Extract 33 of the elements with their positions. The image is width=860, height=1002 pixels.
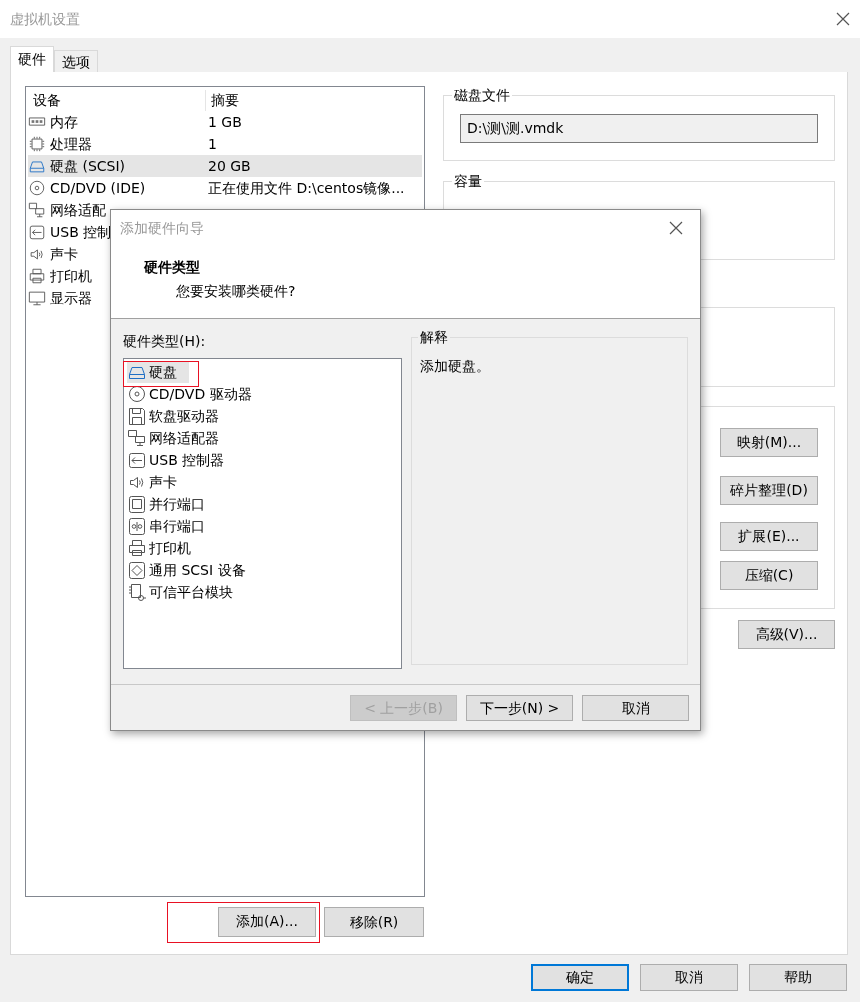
device-summary: 20 GB bbox=[208, 156, 251, 176]
device-name: 打印机 bbox=[50, 266, 92, 286]
device-summary: 1 bbox=[208, 134, 217, 154]
hardware-label: 网络适配器 bbox=[149, 428, 219, 448]
device-name: 硬盘 (SCSI) bbox=[50, 156, 126, 176]
hardware-label: CD/DVD 驱动器 bbox=[149, 384, 252, 404]
hardware-label: 可信平台模块 bbox=[149, 582, 233, 602]
device-name: CD/DVD (IDE) bbox=[50, 178, 146, 198]
device-name: USB 控制 bbox=[50, 222, 112, 242]
dialog-title: 添加硬件向导 bbox=[120, 219, 204, 238]
explanation-text: 添加硬盘。 bbox=[420, 357, 490, 376]
hardware-label: 声卡 bbox=[149, 472, 177, 492]
group-title: 磁盘文件 bbox=[452, 87, 512, 103]
device-name: 网络适配 bbox=[50, 200, 106, 220]
device-name: 声卡 bbox=[50, 244, 78, 264]
hardware-label: 打印机 bbox=[149, 538, 191, 558]
wizard-heading: 硬件类型 bbox=[144, 258, 200, 277]
device-name: 处理器 bbox=[50, 134, 92, 154]
group-title: 容量 bbox=[452, 173, 484, 189]
hardware-label: 通用 SCSI 设备 bbox=[149, 560, 246, 580]
wizard-subtitle: 您要安装哪类硬件? bbox=[176, 282, 296, 301]
device-summary: 正在使用文件 D:\centos镜像... bbox=[208, 178, 405, 198]
group-title: 解释 bbox=[418, 329, 450, 345]
hardware-label: USB 控制器 bbox=[149, 450, 225, 470]
hardware-label: 软盘驱动器 bbox=[149, 406, 219, 426]
device-name: 显示器 bbox=[50, 288, 92, 308]
list-label: 硬件类型(H): bbox=[123, 332, 206, 351]
device-name: 内存 bbox=[50, 112, 78, 132]
device-summary: 1 GB bbox=[208, 112, 242, 132]
hardware-label: 并行端口 bbox=[149, 494, 205, 514]
window-title: 虚拟机设置 bbox=[10, 9, 80, 29]
hardware-label: 硬盘 bbox=[149, 362, 177, 382]
hardware-label: 串行端口 bbox=[149, 516, 205, 536]
